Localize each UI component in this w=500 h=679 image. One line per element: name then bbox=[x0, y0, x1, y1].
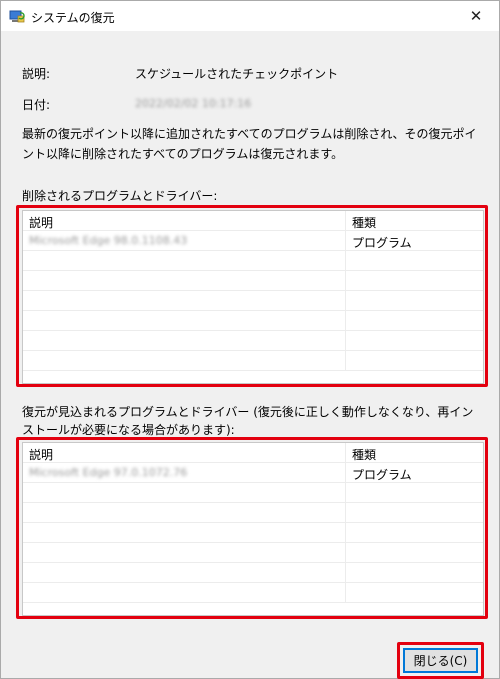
description-label: 説明: bbox=[22, 67, 51, 81]
column-header-type[interactable]: 種類 bbox=[352, 446, 376, 463]
program-type: プログラム bbox=[352, 468, 412, 482]
restored-programs-label: 復元が見込まれるプログラムとドライバー (復元後に正しく動作しなくなり、再インス… bbox=[22, 405, 474, 437]
table-row[interactable]: Microsoft Edge 98.0.1108.43 プログラム bbox=[23, 231, 483, 251]
program-name: Microsoft Edge 98.0.1108.43 bbox=[29, 234, 188, 247]
deleted-programs-label: 削除されるプログラムとドライバー: bbox=[22, 189, 218, 203]
column-header-type[interactable]: 種類 bbox=[352, 214, 376, 231]
deleted-programs-table[interactable]: 説明 種類 Microsoft Edge 98.0.1108.43 プログラム bbox=[22, 210, 484, 384]
close-window-button[interactable]: ✕ bbox=[453, 1, 499, 31]
restore-message: 最新の復元ポイント以降に追加されたすべてのプログラムは削除され、その復元ポイント… bbox=[22, 127, 477, 161]
date-label: 日付: bbox=[22, 98, 51, 112]
system-restore-icon bbox=[9, 10, 25, 23]
window-title: システムの復元 bbox=[31, 11, 115, 25]
restored-programs-table[interactable]: 説明 種類 Microsoft Edge 97.0.1072.76 プログラム bbox=[22, 442, 484, 616]
system-restore-dialog: システムの復元 ✕ 説明: スケジュールされたチェックポイント 日付: 2022… bbox=[0, 0, 500, 679]
close-icon: ✕ bbox=[469, 7, 483, 25]
table-row[interactable]: Microsoft Edge 97.0.1072.76 プログラム bbox=[23, 463, 483, 483]
date-value: 2022/02/02 10:17:16 bbox=[135, 97, 252, 110]
table-header: 説明 種類 bbox=[23, 211, 483, 231]
program-type: プログラム bbox=[352, 236, 412, 250]
title-bar: システムの復元 ✕ bbox=[1, 1, 499, 31]
column-header-description[interactable]: 説明 bbox=[29, 446, 53, 463]
close-button-label: 閉じる(C) bbox=[413, 654, 468, 668]
program-name: Microsoft Edge 97.0.1072.76 bbox=[29, 466, 188, 479]
description-value: スケジュールされたチェックポイント bbox=[135, 67, 339, 81]
table-header: 説明 種類 bbox=[23, 443, 483, 463]
close-button[interactable]: 閉じる(C) bbox=[403, 648, 478, 673]
column-header-description[interactable]: 説明 bbox=[29, 214, 53, 231]
